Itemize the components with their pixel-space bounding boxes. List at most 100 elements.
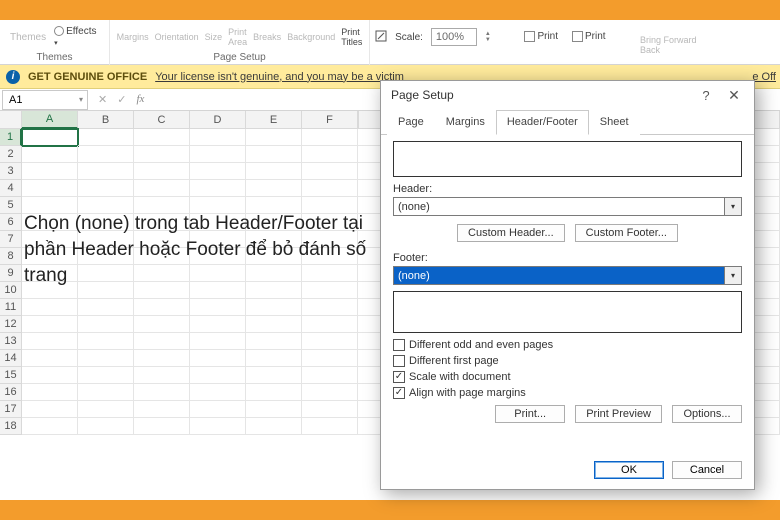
cell[interactable] [22, 333, 78, 350]
cell[interactable] [190, 180, 246, 197]
row-header[interactable]: 17 [0, 401, 22, 418]
print-gridlines[interactable]: Print [524, 31, 558, 42]
cell[interactable] [302, 401, 358, 418]
help-button[interactable]: ? [692, 88, 720, 103]
ok-button[interactable]: OK [594, 461, 664, 479]
cell[interactable] [302, 316, 358, 333]
cell[interactable] [78, 180, 134, 197]
cell[interactable] [22, 350, 78, 367]
cell[interactable] [134, 180, 190, 197]
cell[interactable] [246, 299, 302, 316]
cell[interactable] [246, 401, 302, 418]
col-header[interactable]: C [134, 111, 190, 129]
cell[interactable] [302, 418, 358, 435]
chk-different-first[interactable]: Different first page [393, 355, 742, 367]
select-all-corner[interactable] [0, 111, 22, 129]
footer-combo[interactable]: (none) ▾ [393, 266, 742, 285]
chevron-down-icon[interactable]: ▾ [79, 95, 87, 104]
tab-page[interactable]: Page [387, 110, 435, 135]
cell[interactable] [22, 401, 78, 418]
cell[interactable] [134, 129, 190, 146]
cell[interactable] [302, 146, 358, 163]
cell[interactable] [246, 316, 302, 333]
cell[interactable] [134, 299, 190, 316]
fx-icon[interactable]: fx [136, 93, 144, 106]
cell[interactable] [134, 163, 190, 180]
cell[interactable] [78, 146, 134, 163]
cell[interactable] [246, 146, 302, 163]
row-header[interactable]: 6 [0, 214, 22, 231]
cell[interactable] [134, 367, 190, 384]
row-header[interactable]: 13 [0, 333, 22, 350]
header-combo[interactable]: (none) ▾ [393, 197, 742, 216]
row-header[interactable]: 3 [0, 163, 22, 180]
ribbon-bring[interactable]: Bring Forward [640, 35, 697, 45]
cell[interactable] [246, 350, 302, 367]
ribbon-effects[interactable]: Effects ▾ [54, 26, 99, 48]
cell[interactable] [22, 299, 78, 316]
chk-scale-with-document[interactable]: ✓Scale with document [393, 371, 742, 383]
warning-message[interactable]: Your license isn't genuine, and you may … [155, 71, 404, 83]
cell[interactable] [134, 384, 190, 401]
chevron-down-icon[interactable]: ▾ [725, 197, 742, 216]
row-header[interactable]: 14 [0, 350, 22, 367]
cell[interactable] [302, 350, 358, 367]
ribbon-orientation[interactable]: Orientation [155, 32, 199, 42]
cell[interactable] [78, 367, 134, 384]
ribbon-breaks[interactable]: Breaks [253, 32, 281, 42]
row-header[interactable]: 9 [0, 265, 22, 282]
print-headings[interactable]: Print [572, 31, 606, 42]
cell[interactable] [134, 146, 190, 163]
cell[interactable] [22, 163, 78, 180]
ribbon-background[interactable]: Background [287, 32, 335, 42]
row-header[interactable]: 16 [0, 384, 22, 401]
warning-tail[interactable]: e Off [752, 71, 776, 83]
options-button[interactable]: Options... [672, 405, 742, 423]
cell[interactable] [190, 401, 246, 418]
row-header[interactable]: 2 [0, 146, 22, 163]
name-box[interactable]: A1▾ [2, 90, 88, 110]
col-header[interactable]: A [22, 111, 78, 129]
cell[interactable] [190, 299, 246, 316]
row-header[interactable]: 15 [0, 367, 22, 384]
cell[interactable] [246, 384, 302, 401]
cell[interactable] [190, 129, 246, 146]
row-header[interactable]: 18 [0, 418, 22, 435]
col-header[interactable]: B [78, 111, 134, 129]
row-header[interactable]: 12 [0, 316, 22, 333]
cell[interactable] [78, 418, 134, 435]
scale-spinner[interactable]: ▲▼ [485, 31, 495, 43]
ribbon-print-titles[interactable]: Print Titles [341, 27, 362, 47]
ribbon-back[interactable]: Back [640, 45, 660, 55]
cell[interactable] [134, 316, 190, 333]
tab-header-footer[interactable]: Header/Footer [496, 110, 589, 135]
enter-icon[interactable]: ✓ [117, 93, 126, 106]
cell[interactable] [78, 350, 134, 367]
cancel-icon[interactable]: ✕ [98, 93, 107, 106]
cell[interactable] [134, 418, 190, 435]
cell[interactable] [302, 333, 358, 350]
cell[interactable] [246, 180, 302, 197]
row-header[interactable]: 1 [0, 129, 22, 146]
cell[interactable] [190, 418, 246, 435]
cell[interactable] [22, 384, 78, 401]
cell[interactable] [78, 299, 134, 316]
cell[interactable] [134, 350, 190, 367]
cancel-button[interactable]: Cancel [672, 461, 742, 479]
cell[interactable] [302, 299, 358, 316]
cell[interactable] [22, 129, 78, 146]
cell[interactable] [302, 384, 358, 401]
cell[interactable] [190, 384, 246, 401]
tab-margins[interactable]: Margins [435, 110, 496, 135]
row-header[interactable]: 8 [0, 248, 22, 265]
row-header[interactable]: 11 [0, 299, 22, 316]
tab-sheet[interactable]: Sheet [589, 110, 640, 135]
cell[interactable] [78, 333, 134, 350]
row-header[interactable]: 7 [0, 231, 22, 248]
cell[interactable] [78, 316, 134, 333]
cell[interactable] [302, 129, 358, 146]
cell[interactable] [134, 401, 190, 418]
cell[interactable] [78, 401, 134, 418]
cell[interactable] [22, 180, 78, 197]
cell[interactable] [22, 418, 78, 435]
